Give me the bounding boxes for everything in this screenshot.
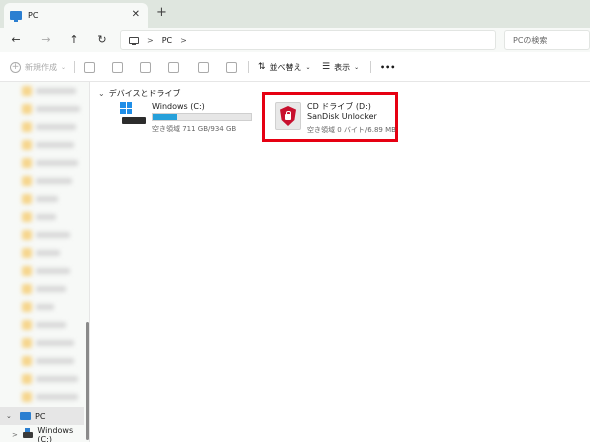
tab-label: PC — [28, 11, 39, 20]
more-options-button[interactable]: ••• — [380, 60, 395, 74]
rename-icon — [168, 61, 179, 73]
share-icon — [198, 61, 209, 73]
computer-icon — [10, 11, 22, 22]
view-button[interactable]: ☰ 表示 ⌄ — [322, 60, 359, 74]
group-header[interactable]: ⌄ デバイスとドライブ — [98, 88, 180, 99]
blurred-folder-item[interactable] — [22, 320, 82, 330]
chevron-down-icon: ⌄ — [305, 63, 311, 71]
chevron-down-icon[interactable]: ⌄ — [98, 89, 105, 98]
blurred-folder-item[interactable] — [22, 158, 82, 168]
back-button[interactable]: ← — [8, 32, 24, 48]
drive-icon — [22, 428, 34, 438]
cut-button[interactable] — [84, 60, 95, 74]
lock-icon — [285, 111, 291, 120]
blurred-folder-item[interactable] — [22, 212, 82, 222]
drive-item-d[interactable]: CD ドライブ (D:) SanDisk Unlocker 空き領域 0 バイト… — [262, 92, 398, 142]
blurred-folder-item[interactable] — [22, 338, 82, 348]
blurred-folder-item[interactable] — [22, 104, 82, 114]
sandisk-unlocker-icon — [275, 102, 301, 130]
copy-button[interactable] — [112, 60, 123, 74]
new-tab-button[interactable]: + — [156, 6, 167, 19]
blurred-folder-item[interactable] — [22, 374, 82, 384]
blurred-folder-item[interactable] — [22, 86, 82, 96]
share-button[interactable] — [198, 60, 209, 74]
sidebar-item-windows-c[interactable]: > Windows (C:) — [0, 426, 84, 442]
blurred-folder-item[interactable] — [22, 302, 82, 312]
tab-pc[interactable]: PC ✕ — [4, 3, 148, 28]
paste-button[interactable] — [140, 60, 151, 74]
sort-icon: ⇅ — [258, 62, 266, 72]
sidebar-item-pc[interactable]: ⌄ PC — [0, 407, 84, 425]
scissors-icon — [84, 61, 95, 73]
breadcrumb-pc[interactable]: PC — [162, 36, 172, 45]
divider — [370, 61, 371, 73]
new-button[interactable]: + 新規作成 ⌄ — [10, 60, 66, 74]
delete-button[interactable] — [226, 60, 237, 74]
group-title: デバイスとドライブ — [108, 89, 181, 98]
chevron-right-icon[interactable]: > — [180, 36, 187, 45]
windows-logo-icon — [120, 102, 132, 114]
sort-label: 並べ替え — [269, 62, 302, 72]
capacity-bar — [152, 113, 252, 121]
chevron-down-icon: ⌄ — [354, 63, 360, 71]
blurred-folder-item[interactable] — [22, 140, 82, 150]
address-bar[interactable]: > PC > — [120, 30, 496, 50]
capacity-bar-fill — [153, 114, 177, 120]
computer-icon — [20, 412, 31, 420]
blurred-folder-item[interactable] — [22, 230, 82, 240]
drive-name: Windows (C:) — [152, 102, 205, 111]
divider — [74, 61, 75, 73]
blurred-folder-item[interactable] — [22, 176, 82, 186]
chevron-right-icon[interactable]: > — [147, 36, 154, 45]
forward-button[interactable]: → — [38, 32, 54, 48]
navigation-pane: ⌄ PC > Windows (C:) — [0, 82, 90, 442]
chevron-down-icon: ⌄ — [61, 63, 67, 71]
search-input[interactable]: PCの検索 — [504, 30, 590, 50]
blurred-folder-item[interactable] — [22, 284, 82, 294]
divider — [248, 61, 249, 73]
refresh-button[interactable]: ↻ — [94, 32, 110, 48]
title-bar: PC ✕ + — [0, 0, 590, 28]
copy-icon — [112, 61, 123, 73]
blurred-folder-item[interactable] — [22, 248, 82, 258]
blurred-folder-item[interactable] — [22, 194, 82, 204]
sidebar-item-label: Windows (C:) — [37, 426, 74, 442]
plus-icon: + — [10, 61, 21, 73]
blurred-folder-item[interactable] — [22, 122, 82, 132]
drive-free-space: 空き領域 0 バイト/6.89 MB — [307, 126, 396, 134]
monitor-icon — [129, 36, 139, 45]
rename-button[interactable] — [168, 60, 179, 74]
chevron-right-icon[interactable]: > — [12, 431, 21, 439]
navigation-bar: ← → ↑ ↻ > PC > PCの検索 — [0, 28, 590, 52]
shield-icon — [280, 106, 296, 126]
drive-free-space: 空き領域 711 GB/934 GB — [152, 125, 237, 133]
sort-button[interactable]: ⇅ 並べ替え ⌄ — [258, 60, 311, 74]
view-icon: ☰ — [322, 62, 331, 72]
scrollbar[interactable] — [86, 322, 89, 440]
view-label: 表示 — [334, 62, 351, 72]
blurred-folder-item[interactable] — [22, 266, 82, 276]
blurred-folder-item[interactable] — [22, 356, 82, 366]
trash-icon — [226, 61, 237, 73]
drive-name: CD ドライブ (D:) SanDisk Unlocker — [307, 102, 377, 121]
sidebar-item-label: PC — [35, 411, 46, 421]
new-label: 新規作成 — [25, 62, 57, 72]
drive-item-c[interactable]: Windows (C:) 空き領域 711 GB/934 GB — [120, 102, 260, 133]
command-bar: + 新規作成 ⌄ ⇅ 並べ替え ⌄ ☰ 表示 ⌄ ••• — [0, 52, 590, 82]
chevron-down-icon[interactable]: ⌄ — [6, 412, 16, 420]
up-button[interactable]: ↑ — [66, 32, 82, 48]
blurred-folder-item[interactable] — [22, 392, 82, 402]
clipboard-icon — [140, 61, 151, 73]
close-tab-icon[interactable]: ✕ — [132, 9, 140, 20]
hard-drive-icon — [122, 117, 146, 124]
